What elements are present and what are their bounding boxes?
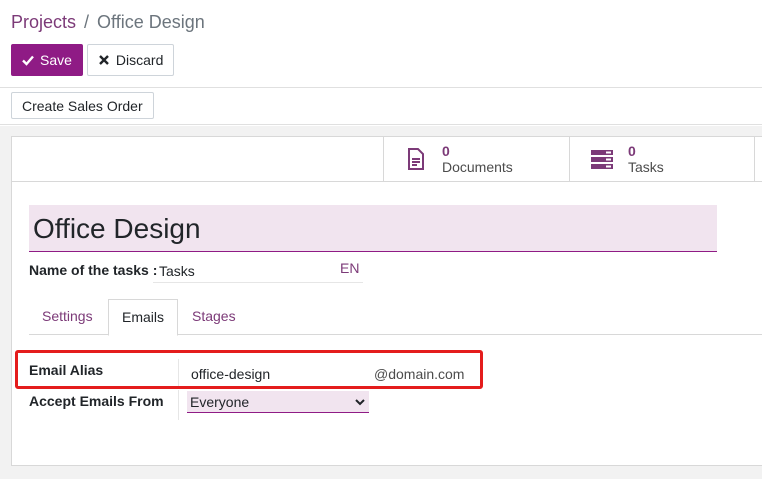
control-panel: Projects / Office Design Save Discard [0, 0, 762, 88]
statusbar: Create Sales Order [0, 89, 762, 125]
project-title-input[interactable]: Office Design [29, 205, 717, 252]
accept-emails-value: Everyone [190, 394, 250, 410]
breadcrumb-current: Office Design [97, 12, 205, 32]
tab-settings[interactable]: Settings [29, 299, 106, 335]
form-buttons: Save Discard [11, 44, 175, 76]
email-alias-domain: @domain.com [374, 366, 465, 382]
breadcrumb-projects-link[interactable]: Projects [11, 12, 76, 33]
form-sheet: 0 Documents 0 Tasks Office Design Name o… [11, 136, 762, 466]
tab-emails[interactable]: Emails [108, 299, 179, 336]
chevron-down-icon [355, 399, 365, 406]
documents-stat-text: 0 Documents [442, 143, 513, 175]
discard-button-label: Discard [115, 52, 164, 68]
tasks-name-input[interactable]: Tasks [153, 259, 363, 283]
document-icon [408, 148, 424, 170]
tasks-stat-button[interactable]: 0 Tasks [569, 137, 755, 181]
field-divider [178, 390, 179, 420]
notebook-tabs: Settings Emails Stages [29, 299, 762, 336]
check-icon [22, 55, 34, 66]
tasks-name-row: Name of the tasks : Tasks EN [29, 259, 369, 285]
save-button[interactable]: Save [11, 44, 83, 76]
tasks-stat-text: 0 Tasks [628, 143, 664, 175]
accept-emails-row: Accept Emails From Everyone [29, 390, 489, 420]
breadcrumb-separator: / [84, 12, 90, 32]
tasks-count: 0 [628, 143, 636, 159]
tasks-icon [591, 150, 613, 169]
discard-button[interactable]: Discard [86, 44, 175, 76]
documents-stat-button[interactable]: 0 Documents [383, 137, 569, 181]
email-alias-input[interactable]: office-design [191, 366, 270, 382]
save-button-label: Save [40, 52, 72, 68]
accept-emails-label: Accept Emails From [29, 393, 164, 409]
tasks-label: Tasks [628, 159, 664, 175]
close-icon [99, 55, 109, 65]
create-sales-order-button[interactable]: Create Sales Order [11, 92, 154, 119]
smart-button-box: 0 Documents 0 Tasks [12, 137, 762, 182]
field-divider [178, 359, 179, 389]
tasks-name-label: Name of the tasks : [29, 262, 158, 278]
accept-emails-select[interactable]: Everyone [187, 391, 369, 413]
translate-button[interactable]: EN [340, 260, 359, 276]
documents-label: Documents [442, 159, 513, 175]
tab-stages[interactable]: Stages [179, 299, 249, 335]
breadcrumb: Projects / Office Design [11, 12, 205, 33]
documents-count: 0 [442, 143, 450, 159]
email-alias-row: Email Alias office-design @domain.com [29, 359, 489, 389]
email-alias-label: Email Alias [29, 362, 104, 378]
